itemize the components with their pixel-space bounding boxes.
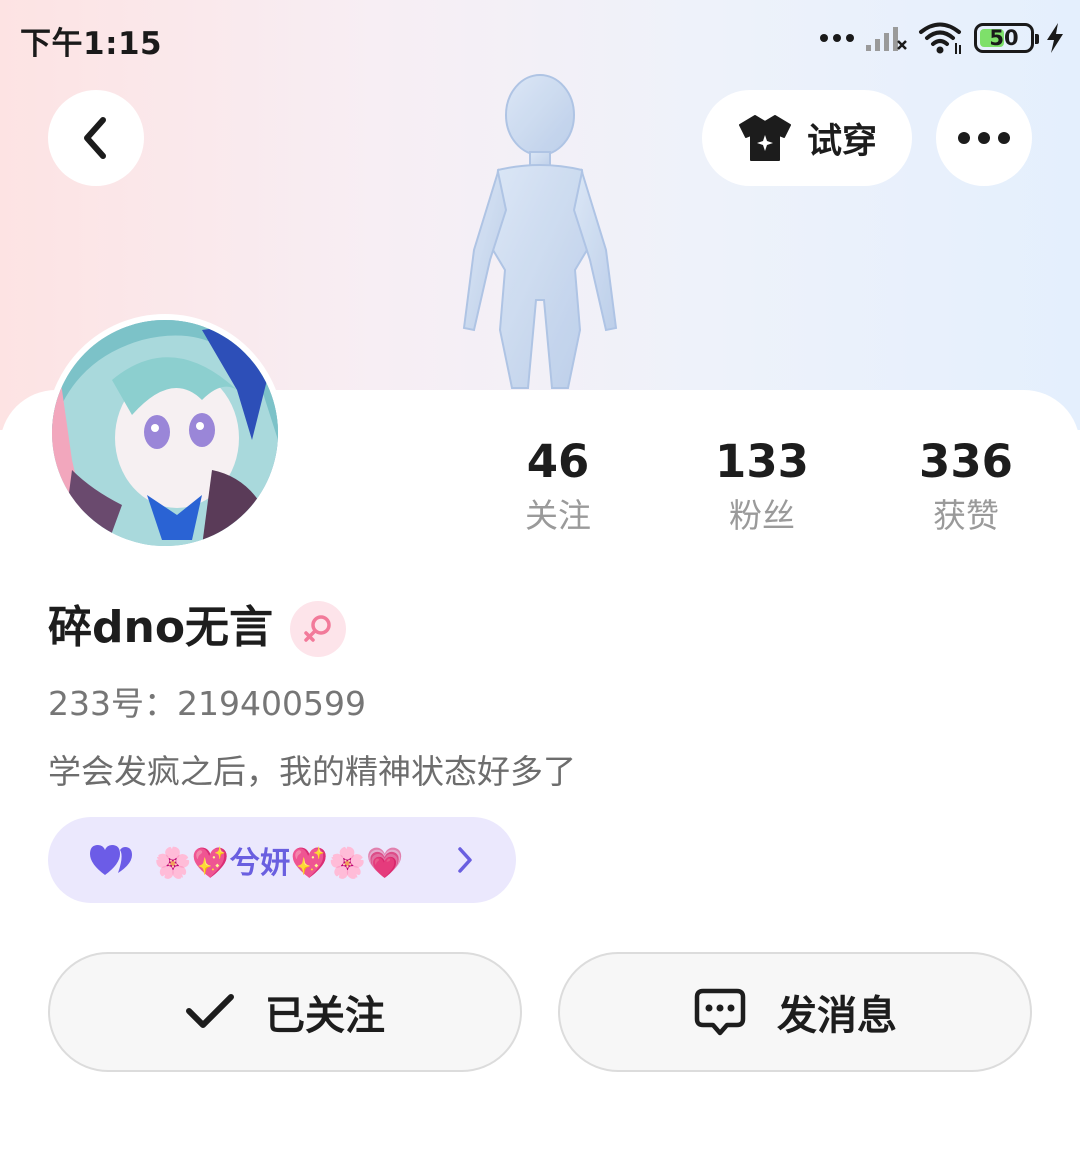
- stat-fans-label: 粉丝: [729, 496, 795, 535]
- more-button[interactable]: [936, 90, 1032, 186]
- avatar-image: [52, 320, 278, 546]
- avatar[interactable]: [46, 314, 284, 552]
- followed-label: 已关注: [265, 993, 385, 1039]
- chevron-right-icon: [458, 847, 472, 873]
- check-icon: [186, 994, 234, 1028]
- send-message-button[interactable]: 发消息: [558, 952, 1032, 1072]
- message-bubble-icon: [694, 988, 746, 1036]
- stat-following[interactable]: 46 关注: [458, 436, 658, 536]
- signal-icon: [866, 27, 907, 51]
- notification-dots-icon: [820, 34, 854, 42]
- back-button[interactable]: [48, 90, 144, 186]
- chevron-left-icon: [84, 117, 106, 159]
- stat-fans-count: 133: [715, 435, 809, 488]
- avatar-illustration: [52, 320, 278, 546]
- tryon-button[interactable]: 试穿: [702, 90, 912, 186]
- more-dots-icon: [958, 132, 970, 144]
- tag-text: 🌸💖兮妍💖🌸💗: [154, 846, 405, 881]
- charging-bolt-icon: [1047, 23, 1063, 53]
- avatar-3d-figure: [462, 74, 618, 389]
- status-icons: 50: [820, 18, 1066, 58]
- stat-likes-label: 获赞: [933, 496, 999, 535]
- gender-badge: [290, 601, 346, 657]
- send-message-label: 发消息: [777, 993, 897, 1039]
- stat-fans[interactable]: 133 粉丝: [662, 436, 862, 536]
- stat-likes[interactable]: 336 获赞: [866, 436, 1066, 536]
- tshirt-icon: [738, 115, 791, 161]
- wifi-icon: [919, 22, 961, 54]
- stat-likes-count: 336: [919, 435, 1013, 488]
- user-id: 233号：219400599: [48, 684, 366, 723]
- stat-following-label: 关注: [525, 496, 591, 535]
- user-bio: 学会发疯之后，我的精神状态好多了: [48, 752, 576, 791]
- status-bar: 下午1:15 50: [0, 0, 1080, 76]
- tryon-label: 试穿: [806, 121, 877, 162]
- battery-level: 50: [989, 26, 1019, 50]
- tag-pill[interactable]: 🌸💖兮妍💖🌸💗: [48, 817, 516, 903]
- battery-indicator: 50: [974, 23, 1039, 53]
- followed-button[interactable]: 已关注: [48, 952, 522, 1072]
- female-icon: [304, 615, 331, 642]
- profile-name: 碎dno无言: [48, 602, 274, 653]
- stat-following-count: 46: [526, 435, 590, 488]
- status-time: 下午1:15: [20, 26, 163, 62]
- double-heart-icon: [90, 845, 132, 875]
